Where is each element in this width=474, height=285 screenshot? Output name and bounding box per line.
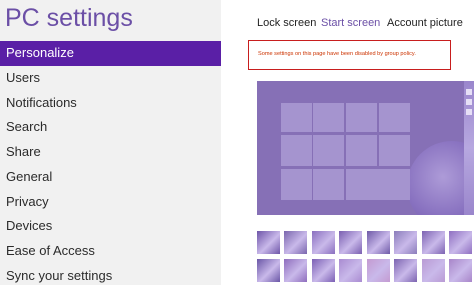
background-thumbnail[interactable] (367, 259, 390, 282)
navigation-pane: PC settings Personalize Users Notificati… (0, 0, 221, 285)
start-screen-preview (257, 81, 474, 215)
nav-item-share[interactable]: Share (0, 140, 221, 165)
preview-tile (313, 135, 344, 166)
preview-side-strip (464, 81, 474, 215)
preview-tile (346, 103, 377, 132)
background-thumbnail[interactable] (257, 259, 280, 282)
nav-item-devices[interactable]: Devices (0, 214, 221, 239)
background-thumbnail[interactable] (394, 259, 417, 282)
preview-tile (281, 103, 312, 132)
background-picker (257, 231, 474, 285)
background-thumbnail[interactable] (339, 231, 362, 254)
preview-tile (281, 135, 312, 166)
background-thumbnail[interactable] (257, 231, 280, 254)
preview-tile (346, 135, 377, 166)
background-thumbnail[interactable] (422, 259, 445, 282)
nav-item-users[interactable]: Users (0, 66, 221, 91)
preview-tile (313, 103, 344, 132)
background-thumbnail[interactable] (284, 259, 307, 282)
background-thumbnail[interactable] (394, 231, 417, 254)
tab-account-picture[interactable]: Account picture (387, 17, 463, 29)
nav-item-ease-of-access[interactable]: Ease of Access (0, 239, 221, 264)
nav-item-sync-settings[interactable]: Sync your settings (0, 264, 221, 285)
preview-tile (313, 169, 344, 200)
nav-item-notifications[interactable]: Notifications (0, 91, 221, 116)
preview-side-dot (466, 89, 472, 95)
background-thumbnail[interactable] (284, 231, 307, 254)
app-title: PC settings (5, 4, 133, 32)
preview-tile (281, 169, 312, 200)
group-policy-notice-text: Some settings on this page have been dis… (258, 51, 416, 57)
preview-side-dot (466, 109, 472, 115)
tab-start-screen[interactable]: Start screen (321, 17, 380, 29)
background-thumbnail[interactable] (312, 259, 335, 282)
background-thumbnail[interactable] (449, 259, 472, 282)
nav-item-personalize[interactable]: Personalize (0, 41, 221, 66)
nav-item-general[interactable]: General (0, 165, 221, 190)
background-thumbnail[interactable] (339, 259, 362, 282)
background-thumbnail[interactable] (367, 231, 390, 254)
pc-settings-window: PC settings Personalize Users Notificati… (0, 0, 474, 285)
preview-tile (346, 169, 410, 200)
tab-lock-screen[interactable]: Lock screen (257, 17, 316, 29)
nav-list: Personalize Users Notifications Search S… (0, 41, 221, 285)
nav-item-privacy[interactable]: Privacy (0, 190, 221, 215)
background-thumbnail[interactable] (312, 231, 335, 254)
preview-tile (379, 103, 410, 132)
nav-item-search[interactable]: Search (0, 115, 221, 140)
background-thumbnail[interactable] (422, 231, 445, 254)
preview-side-dot (466, 99, 472, 105)
preview-tile (379, 135, 410, 166)
background-thumbnail[interactable] (449, 231, 472, 254)
